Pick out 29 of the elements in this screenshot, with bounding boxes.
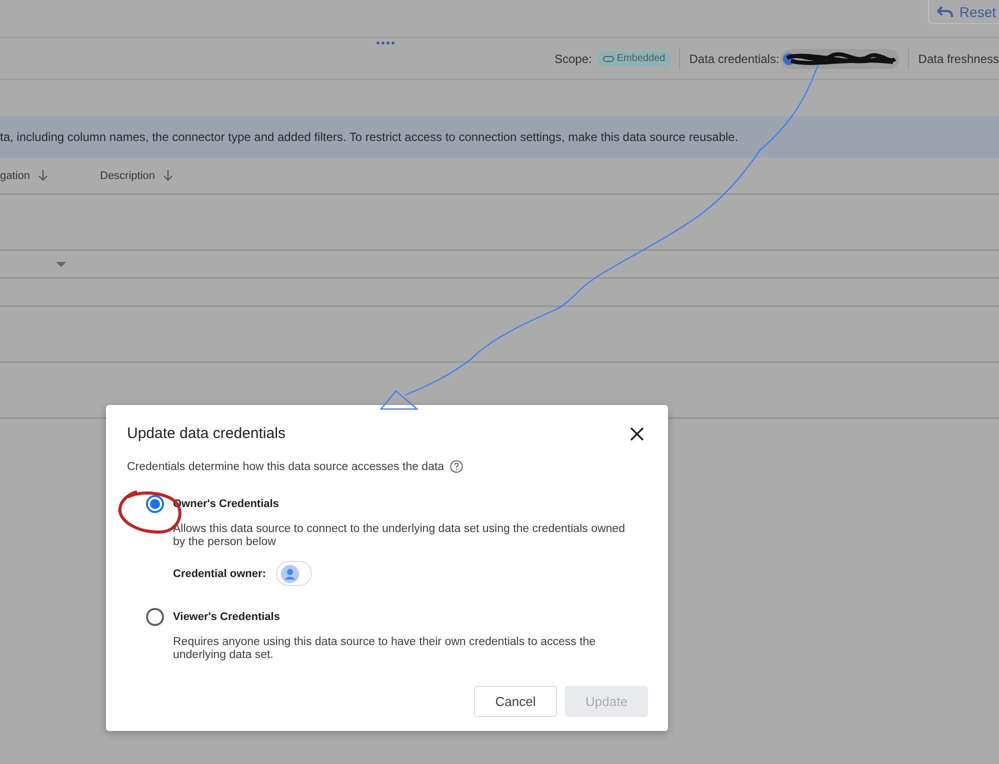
radio-button[interactable] (146, 495, 164, 513)
owner-chip[interactable] (276, 561, 312, 586)
reset-button[interactable]: Reset (928, 0, 999, 24)
credentials-label: Data credentials: (689, 52, 780, 66)
freshness-label: Data freshness (918, 52, 999, 66)
option-label[interactable]: Viewer's Credentials (167, 611, 648, 623)
close-icon (630, 426, 644, 440)
info-banner-text: ta, including column names, the connector type and added filters. To restrict access to connection settings, make this data source reusable. (0, 130, 738, 144)
option-description: Allows this data source to connect to the underlying data set using the credentials owned by the person below (172, 523, 626, 549)
dialog-button[interactable]: Cancel (474, 686, 557, 717)
sort-arrow-icon[interactable] (163, 170, 174, 181)
dialog-subtitle: Credentials determine how this data source accesses the data (127, 460, 444, 472)
embedded-badge: Embedded (598, 51, 670, 66)
undo-icon (937, 6, 954, 18)
dropdown-caret-icon[interactable] (56, 262, 66, 267)
credential-chip[interactable] (781, 48, 900, 68)
scope-label: Scope: (554, 52, 592, 66)
dialog-title: Update data credentials (127, 425, 286, 442)
drag-handle-icon[interactable] (376, 40, 396, 46)
owner-label: Credential owner: (173, 568, 266, 580)
option-description: Requires anyone using this data source to have their own credentials to access the underlying data set. (172, 636, 597, 662)
help-icon[interactable] (450, 460, 464, 473)
avatar-icon (280, 564, 299, 582)
column-header[interactable]: gation (0, 170, 30, 182)
radio-button[interactable] (146, 608, 164, 626)
column-header[interactable]: Description (100, 170, 156, 182)
sort-arrow-icon[interactable] (38, 170, 48, 181)
link-icon (602, 56, 614, 62)
close-button[interactable] (630, 426, 644, 440)
